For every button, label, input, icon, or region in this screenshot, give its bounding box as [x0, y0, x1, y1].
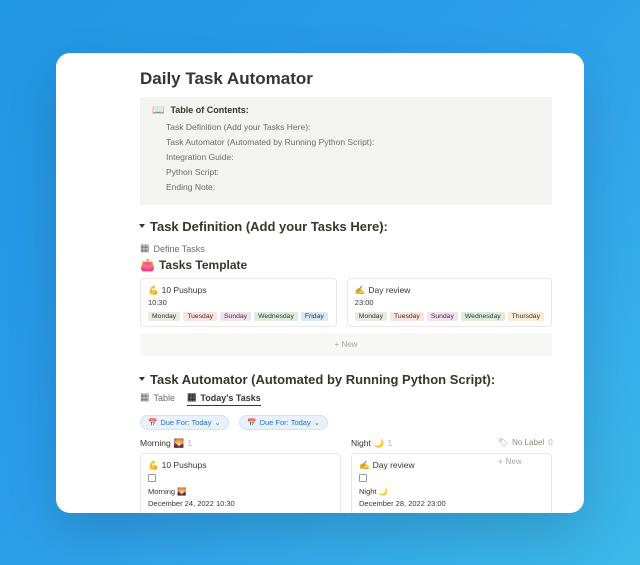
- gallery-card[interactable]: ✍️ Day review 23:00 MondayTuesdaySundayW…: [347, 278, 552, 327]
- plus-icon: +: [498, 457, 503, 466]
- board-column-morning: Morning 🌄 1 💪 10 Pushups Morning 🌄: [140, 438, 341, 513]
- task-title: 10 Pushups: [162, 285, 207, 295]
- board-column-no-label: 🏷 No Label 0 + New: [498, 438, 558, 466]
- section-task-definition: Task Definition (Add your Tasks Here): ▦…: [140, 219, 552, 356]
- db-view-tab-label: Define Tasks: [153, 244, 204, 254]
- tasks-gallery: 💪 10 Pushups 10:30 MondayTuesdaySundayWe…: [140, 278, 552, 327]
- db-title-emoji: 👛: [140, 258, 155, 272]
- column-count: 0: [548, 438, 552, 447]
- filter-row: 📅 Due For: Today ⌄ 📅 Due For: Today ⌄: [140, 412, 552, 430]
- book-icon: 📖: [152, 105, 164, 116]
- filter-label: Due For: Today: [260, 418, 311, 427]
- toc-item[interactable]: Task Definition (Add your Tasks Here):: [152, 120, 540, 135]
- task-tags: MondayTuesdaySundayWednesdayThursday: [355, 312, 544, 321]
- page-title: Daily Task Automator: [140, 69, 552, 89]
- board-column-header[interactable]: 🏷 No Label 0: [498, 438, 558, 447]
- db-view-tabs: ▦ Table ▦ Today's Tasks: [140, 391, 552, 408]
- filter-label: Due For: Today: [160, 418, 211, 427]
- db-title[interactable]: 👛 Tasks Template: [140, 258, 552, 272]
- db-title-text: Tasks Template: [159, 258, 247, 272]
- toggle-triangle-icon[interactable]: [139, 377, 145, 381]
- day-tag: Wednesday: [254, 312, 298, 321]
- day-tag: Sunday: [220, 312, 251, 321]
- card-label-text: Morning: [148, 487, 175, 496]
- db-view-tab-label: Table: [153, 393, 175, 403]
- task-time: 23:00: [355, 298, 544, 307]
- column-count: 1: [387, 438, 392, 448]
- checkbox[interactable]: [359, 474, 367, 482]
- gallery-card[interactable]: 💪 10 Pushups 10:30 MondayTuesdaySundayWe…: [140, 278, 337, 327]
- card-date: December 28, 2022 23:00: [359, 499, 544, 508]
- chevron-down-icon: ⌄: [314, 418, 320, 427]
- task-tags: MondayTuesdaySundayWednesdayFriday: [148, 312, 329, 321]
- day-tag: Thursday: [508, 312, 544, 321]
- board: Morning 🌄 1 💪 10 Pushups Morning 🌄: [140, 438, 552, 513]
- toc-heading: 📖 Table of Contents:: [152, 105, 540, 116]
- card-title: Day review: [373, 460, 415, 470]
- day-tag: Tuesday: [390, 312, 424, 321]
- column-name: Morning: [140, 438, 171, 448]
- task-emoji: ✍️: [355, 285, 366, 296]
- toc-item[interactable]: Task Automator (Automated by Running Pyt…: [152, 135, 540, 150]
- day-tag: Monday: [148, 312, 180, 321]
- board-card[interactable]: 💪 10 Pushups Morning 🌄 December 24, 2022…: [140, 453, 341, 513]
- column-count: 1: [187, 438, 192, 448]
- card-emoji: ✍️: [359, 460, 370, 471]
- column-name: Night: [351, 438, 371, 448]
- gallery-new-row[interactable]: + New: [140, 333, 552, 356]
- section-heading-row[interactable]: Task Automator (Automated by Running Pyt…: [140, 372, 552, 387]
- section-heading-row[interactable]: Task Definition (Add your Tasks Here):: [140, 219, 552, 234]
- column-emoji-icon: 🌙: [374, 438, 385, 449]
- tag-icon: 🏷: [498, 438, 508, 447]
- toggle-triangle-icon[interactable]: [139, 224, 145, 228]
- card-emoji: 💪: [148, 460, 159, 471]
- column-emoji-icon: 🌄: [174, 438, 185, 449]
- toc-item[interactable]: Integration Guide:: [152, 150, 540, 165]
- checkbox[interactable]: [148, 474, 156, 482]
- card-label-emoji-icon: 🌄: [177, 487, 186, 496]
- day-tag: Monday: [355, 312, 387, 321]
- chevron-down-icon: ⌄: [214, 418, 220, 427]
- day-tag: Sunday: [427, 312, 458, 321]
- board-new-card[interactable]: + New: [498, 453, 558, 466]
- calendar-icon: 📅: [247, 418, 256, 427]
- new-label: New: [506, 457, 522, 466]
- gallery-view-icon: ▦: [140, 244, 149, 254]
- column-name: No Label: [512, 438, 544, 447]
- db-view-tab-label: Today's Tasks: [200, 393, 260, 403]
- board-column-header[interactable]: Morning 🌄 1: [140, 438, 341, 449]
- card-label-emoji-icon: 🌙: [379, 487, 388, 496]
- table-of-contents: 📖 Table of Contents: Task Definition (Ad…: [140, 97, 552, 205]
- calendar-icon: 📅: [148, 418, 157, 427]
- db-view-tab-define-tasks[interactable]: ▦ Define Tasks: [140, 242, 205, 256]
- day-tag: Tuesday: [183, 312, 217, 321]
- section-heading: Task Definition (Add your Tasks Here):: [150, 219, 388, 234]
- task-title: Day review: [368, 285, 410, 295]
- section-task-automator: Task Automator (Automated by Running Pyt…: [140, 372, 552, 513]
- page-card: Daily Task Automator 📖 Table of Contents…: [56, 53, 584, 513]
- section-heading: Task Automator (Automated by Running Pyt…: [150, 372, 495, 387]
- filter-pill-due-for[interactable]: 📅 Due For: Today ⌄: [239, 415, 328, 430]
- filter-pill-due-for[interactable]: 📅 Due For: Today ⌄: [140, 415, 229, 430]
- card-label-text: Night: [359, 487, 377, 496]
- db-view-tab-table[interactable]: ▦ Table: [140, 391, 175, 406]
- toc-item[interactable]: Ending Note:: [152, 180, 540, 195]
- board-view-icon: ▦: [187, 393, 196, 403]
- day-tag: Wednesday: [461, 312, 505, 321]
- task-emoji: 💪: [148, 285, 159, 296]
- toc-item[interactable]: Python Script:: [152, 165, 540, 180]
- task-time: 10:30: [148, 298, 329, 307]
- table-view-icon: ▦: [140, 393, 149, 403]
- card-title: 10 Pushups: [162, 460, 207, 470]
- toc-title: Table of Contents:: [170, 105, 248, 115]
- card-date: December 24, 2022 10:30: [148, 499, 333, 508]
- db-view-tab-today[interactable]: ▦ Today's Tasks: [187, 391, 261, 406]
- day-tag: Friday: [301, 312, 328, 321]
